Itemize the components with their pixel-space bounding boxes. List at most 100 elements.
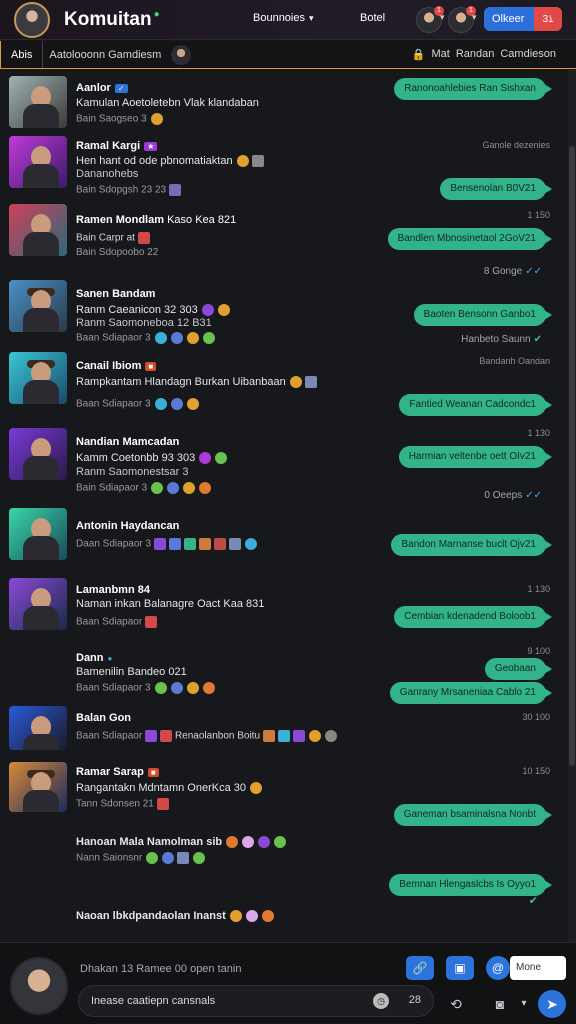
list-item[interactable]: Balan Gon Baan Sdiapaor Renaolanbon Boit…: [0, 706, 568, 756]
emoji-icon: [325, 730, 338, 742]
message-text: Rangantakn Mdntamn OnerKca 30: [76, 782, 262, 795]
reply-bubble[interactable]: Cembian kdenadend Boloob1: [394, 606, 552, 628]
subbar-link[interactable]: Randan: [456, 48, 495, 61]
camera-icon[interactable]: ◙: [490, 994, 510, 1014]
emoji-icon: [250, 782, 262, 795]
subbar-text: Aatolooonn Gamdiesm: [49, 48, 162, 61]
author-name: Sanen Bandam: [76, 288, 156, 300]
sticker-icon: [177, 852, 190, 864]
timestamp: Bandanh Oandan: [479, 356, 550, 366]
message-feed[interactable]: Aanlor ✓ Kamulan Aoetoletebn Vlak klandab…: [0, 70, 576, 942]
reply-bubble[interactable]: Ranonoahlebies Ran Sishxan: [394, 78, 552, 100]
message-text-2: Ranm Saomonestsar 3: [76, 466, 189, 478]
message-meta: Baan Sdiapaor: [76, 616, 158, 628]
avatar: [9, 762, 67, 812]
sticker-icon: [154, 538, 167, 550]
list-item[interactable]: 0 Oeeps ✓✓ Antonin Haydancan Daan Sdiapao…: [0, 490, 568, 562]
emoji-icon: [162, 852, 175, 864]
emoji-icon: [186, 398, 199, 410]
chevron-down-icon[interactable]: ▾: [472, 12, 477, 23]
reply-bubble[interactable]: Fantied Weanan Cadcondc1: [399, 394, 552, 416]
timestamp: 30 100: [522, 712, 550, 722]
list-item[interactable]: Naoan lbkdpandaolan Inanst: [0, 904, 568, 934]
mention-button[interactable]: @: [486, 956, 510, 980]
author-name: Dann ●: [76, 652, 113, 664]
reply-bubble[interactable]: Bandon Marnanse buclt Ojv21: [391, 534, 552, 556]
reply-bubble[interactable]: Geobaan: [484, 658, 553, 680]
emoji-icon: [215, 452, 228, 465]
list-item[interactable]: Hanoan Mala Namolman sib Nann Saionsnr B…: [0, 830, 568, 907]
list-item[interactable]: Lamanbmn 84 Naman inkan Balanagre Oact K…: [0, 574, 568, 640]
author-name: Aanlor ✓: [76, 82, 128, 94]
author-name: Ramar Sarap ■: [76, 766, 159, 778]
timestamp: 9 100: [527, 646, 550, 656]
sticker-icon: [169, 538, 182, 550]
send-button[interactable]: ➤: [538, 990, 566, 1018]
subbar-link[interactable]: Mat: [431, 48, 449, 61]
message-text: Rampkantam Hlandagn Burkan Uibanbaan: [76, 376, 317, 389]
chevron-down-icon[interactable]: ▾: [440, 12, 445, 23]
list-item[interactable]: Ramal Kargi ★ Hen hant od ode pbnomatiakt…: [0, 134, 568, 200]
author-name: Canail Ibiom ■: [76, 360, 157, 372]
avatar[interactable]: [10, 957, 68, 1015]
user-avatar[interactable]: 1: [448, 6, 476, 33]
emoji-icon: [154, 398, 167, 410]
author-name: Balan Gon: [76, 712, 132, 724]
user-avatar[interactable]: 1: [416, 6, 444, 33]
chevron-down-icon[interactable]: ▾: [514, 994, 534, 1014]
message-text: Kamm Coetonbb 93 303: [76, 452, 228, 465]
message-meta: Baan Sdiapaor 3: [76, 398, 199, 410]
message-text: Kamulan Aoetoletebn Vlak klandaban: [76, 97, 259, 109]
message-text: Bamenilin Bandeo 021: [76, 666, 187, 678]
reply-bubble-2[interactable]: Ganrany Mrsaneniaa Cablo 21: [389, 682, 553, 704]
emoji-icon: [146, 852, 159, 864]
scrollbar-thumb[interactable]: [569, 146, 575, 766]
read-status: 8 Gonge ✓✓: [483, 266, 542, 277]
list-item[interactable]: Dann ● Bamenilin Bandeo 021 Baan Sdiapaor…: [0, 644, 568, 706]
clock-icon[interactable]: ◷: [373, 993, 389, 1009]
list-item[interactable]: Aanlor ✓ Kamulan Aoetoletebn Vlak klandab…: [0, 72, 568, 132]
profile-avatar[interactable]: [14, 1, 50, 38]
avatar: [9, 428, 67, 480]
message-text: Naman inkan Balanagre Oact Kaa 831: [76, 598, 265, 610]
timestamp: 1 130: [527, 584, 550, 594]
message-meta: Baan Sdiapaor 3: [76, 332, 215, 344]
reply-bubble[interactable]: Ganeman bsaminalsna Nonbt: [393, 804, 553, 826]
top-setting[interactable]: Botel: [360, 12, 385, 24]
emoji-icon: [199, 452, 212, 465]
reply-bubble[interactable]: Baoten Bensonn Ganbo1: [413, 304, 553, 326]
attach-button[interactable]: 🔗: [406, 956, 434, 980]
reply-bubble[interactable]: Bensenolan B0V21: [440, 178, 552, 200]
list-item[interactable]: Sanen Bandam Ranm Caeanicon 32 303 Ranm …: [0, 266, 568, 345]
sticker-icon: [263, 730, 276, 742]
at-icon: @: [491, 961, 505, 975]
subbar-link[interactable]: Camdieson: [500, 48, 556, 61]
notification-badge: [550, 9, 560, 19]
top-menu[interactable]: Bounnoies ▾: [253, 12, 314, 24]
message-input[interactable]: Inease caatiepn cansnals ◷ 28: [78, 985, 434, 1017]
emoji-icon: [193, 852, 206, 864]
tag-icon: ■: [145, 361, 157, 371]
image-button[interactable]: ▣: [446, 956, 474, 980]
primary-action-button[interactable]: Olkeer 31: [484, 7, 562, 31]
emoji-icon: [154, 332, 167, 344]
image-icon: ▣: [454, 961, 466, 975]
emoji-icon: [242, 836, 255, 849]
reply-bubble[interactable]: Harmian veltenbe oett OIv21: [398, 446, 553, 468]
avatar: [9, 508, 67, 560]
avatar: [9, 578, 67, 630]
emoji-icon: [202, 682, 215, 694]
reply-bubble[interactable]: Bemnan Hlengaslcbs Is Oyyo1: [389, 874, 552, 896]
list-item[interactable]: Ramen Mondlam Kaso Kea 821 Bain Carpr at…: [0, 204, 568, 270]
reply-bubble[interactable]: Bandlen Mbnosinetaol 2GoV21: [387, 228, 553, 250]
scrollbar[interactable]: [568, 70, 576, 942]
tab-main[interactable]: Abis: [0, 41, 44, 68]
emoji-icon: [150, 113, 163, 125]
avatar[interactable]: [171, 44, 192, 65]
message-text: Naoan lbkdpandaolan Inanst: [76, 910, 274, 923]
list-item[interactable]: Ramar Sarap ■ Rangantakn Mdntamn OnerKca …: [0, 760, 568, 830]
mode-select[interactable]: Mone: [510, 956, 566, 980]
gif-icon[interactable]: ⟲: [446, 994, 466, 1014]
list-item[interactable]: Canail Ibiom ■ Rampkantam Hlandagn Burkan…: [0, 348, 568, 418]
author-name: Lamanbmn 84: [76, 584, 150, 596]
